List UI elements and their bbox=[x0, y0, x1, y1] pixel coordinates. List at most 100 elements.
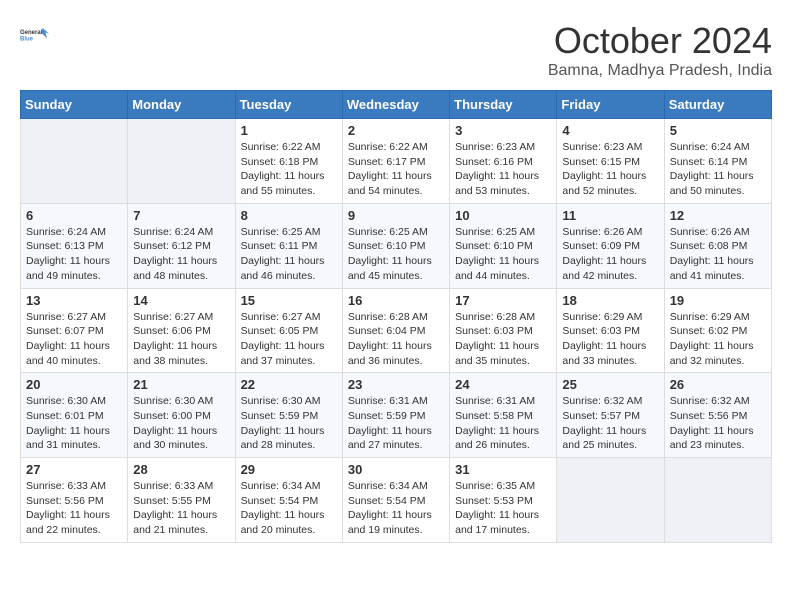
day-number: 10 bbox=[455, 208, 551, 223]
day-info: Sunrise: 6:32 AM Sunset: 5:56 PM Dayligh… bbox=[670, 394, 766, 453]
day-cell: 21Sunrise: 6:30 AM Sunset: 6:00 PM Dayli… bbox=[128, 373, 235, 458]
day-info: Sunrise: 6:26 AM Sunset: 6:09 PM Dayligh… bbox=[562, 225, 658, 284]
day-cell: 28 Sunrise: 6:33 AM Sunset: 5:55 PM Dayli… bbox=[128, 458, 235, 543]
day-cell: 22Sunrise: 6:30 AM Sunset: 5:59 PM Dayli… bbox=[235, 373, 342, 458]
week-row-1: 1 Sunrise: 6:22 AM Sunset: 6:18 PM Daylig… bbox=[21, 119, 772, 204]
day-number: 16 bbox=[348, 293, 444, 308]
day-number: 26 bbox=[670, 377, 766, 392]
week-row-4: 20 Sunrise: 6:30 AM Sunset: 6:01 PM Dayli… bbox=[21, 373, 772, 458]
day-info: Sunrise: 6:28 AM Sunset: 6:04 PM Dayligh… bbox=[348, 310, 444, 369]
day-number: 28 bbox=[133, 462, 229, 477]
day-number: 19 bbox=[670, 293, 766, 308]
day-cell: 1 Sunrise: 6:22 AM Sunset: 6:18 PM Daylig… bbox=[235, 119, 342, 204]
day-info: Sunrise: 6:27 AM Sunset: 6:06 PM Dayligh… bbox=[133, 310, 229, 369]
week-row-5: 27Sunrise: 6:33 AM Sunset: 5:56 PM Dayli… bbox=[21, 458, 772, 543]
day-number: 3 bbox=[455, 123, 551, 138]
day-info: Sunrise: 6:33 AM Sunset: 5:55 PM Dayligh… bbox=[133, 479, 229, 538]
day-number: 14 bbox=[133, 293, 229, 308]
day-number: 25 bbox=[562, 377, 658, 392]
calendar-table: SundayMondayTuesdayWednesdayThursdayFrid… bbox=[20, 90, 772, 543]
day-header-saturday: Saturday bbox=[664, 91, 771, 119]
day-info: Sunrise: 6:31 AM Sunset: 5:59 PM Dayligh… bbox=[348, 394, 444, 453]
day-number: 15 bbox=[241, 293, 337, 308]
day-cell: 23 Sunrise: 6:31 AM Sunset: 5:59 PM Dayli… bbox=[342, 373, 449, 458]
day-info: Sunrise: 6:32 AM Sunset: 5:57 PM Dayligh… bbox=[562, 394, 658, 453]
week-row-2: 6 Sunrise: 6:24 AM Sunset: 6:13 PM Daylig… bbox=[21, 203, 772, 288]
day-cell: 9 Sunrise: 6:25 AM Sunset: 6:10 PM Daylig… bbox=[342, 203, 449, 288]
day-cell: 17Sunrise: 6:28 AM Sunset: 6:03 PM Dayli… bbox=[450, 288, 557, 373]
day-number: 8 bbox=[241, 208, 337, 223]
day-cell: 26 Sunrise: 6:32 AM Sunset: 5:56 PM Dayli… bbox=[664, 373, 771, 458]
day-info: Sunrise: 6:26 AM Sunset: 6:08 PM Dayligh… bbox=[670, 225, 766, 284]
week-row-3: 13 Sunrise: 6:27 AM Sunset: 6:07 PM Dayli… bbox=[21, 288, 772, 373]
day-cell bbox=[664, 458, 771, 543]
day-info: Sunrise: 6:34 AM Sunset: 5:54 PM Dayligh… bbox=[241, 479, 337, 538]
day-number: 12 bbox=[670, 208, 766, 223]
day-number: 13 bbox=[26, 293, 122, 308]
day-info: Sunrise: 6:22 AM Sunset: 6:17 PM Dayligh… bbox=[348, 140, 444, 199]
day-number: 9 bbox=[348, 208, 444, 223]
day-cell bbox=[128, 119, 235, 204]
day-cell: 11 Sunrise: 6:26 AM Sunset: 6:09 PM Dayli… bbox=[557, 203, 664, 288]
day-cell bbox=[557, 458, 664, 543]
day-info: Sunrise: 6:28 AM Sunset: 6:03 PM Dayligh… bbox=[455, 310, 551, 369]
logo-icon: GeneralBlue bbox=[20, 20, 50, 50]
day-cell: 18Sunrise: 6:29 AM Sunset: 6:03 PM Dayli… bbox=[557, 288, 664, 373]
day-cell: 16 Sunrise: 6:28 AM Sunset: 6:04 PM Dayli… bbox=[342, 288, 449, 373]
day-number: 4 bbox=[562, 123, 658, 138]
day-header-wednesday: Wednesday bbox=[342, 91, 449, 119]
day-info: Sunrise: 6:24 AM Sunset: 6:13 PM Dayligh… bbox=[26, 225, 122, 284]
day-info: Sunrise: 6:31 AM Sunset: 5:58 PM Dayligh… bbox=[455, 394, 551, 453]
day-cell: 5Sunrise: 6:24 AM Sunset: 6:14 PM Daylig… bbox=[664, 119, 771, 204]
day-number: 23 bbox=[348, 377, 444, 392]
day-number: 11 bbox=[562, 208, 658, 223]
day-info: Sunrise: 6:30 AM Sunset: 5:59 PM Dayligh… bbox=[241, 394, 337, 453]
logo: GeneralBlue bbox=[20, 20, 50, 50]
day-number: 1 bbox=[241, 123, 337, 138]
day-info: Sunrise: 6:24 AM Sunset: 6:12 PM Dayligh… bbox=[133, 225, 229, 284]
day-info: Sunrise: 6:29 AM Sunset: 6:02 PM Dayligh… bbox=[670, 310, 766, 369]
day-cell: 31Sunrise: 6:35 AM Sunset: 5:53 PM Dayli… bbox=[450, 458, 557, 543]
day-number: 18 bbox=[562, 293, 658, 308]
day-cell: 3 Sunrise: 6:23 AM Sunset: 6:16 PM Daylig… bbox=[450, 119, 557, 204]
day-info: Sunrise: 6:24 AM Sunset: 6:14 PM Dayligh… bbox=[670, 140, 766, 199]
title-block: October 2024 Bamna, Madhya Pradesh, Indi… bbox=[548, 20, 772, 80]
day-cell: 6 Sunrise: 6:24 AM Sunset: 6:13 PM Daylig… bbox=[21, 203, 128, 288]
day-cell: 7 Sunrise: 6:24 AM Sunset: 6:12 PM Daylig… bbox=[128, 203, 235, 288]
day-cell: 19 Sunrise: 6:29 AM Sunset: 6:02 PM Dayli… bbox=[664, 288, 771, 373]
day-header-thursday: Thursday bbox=[450, 91, 557, 119]
day-info: Sunrise: 6:23 AM Sunset: 6:16 PM Dayligh… bbox=[455, 140, 551, 199]
day-info: Sunrise: 6:25 AM Sunset: 6:10 PM Dayligh… bbox=[348, 225, 444, 284]
day-cell: 20 Sunrise: 6:30 AM Sunset: 6:01 PM Dayli… bbox=[21, 373, 128, 458]
day-header-sunday: Sunday bbox=[21, 91, 128, 119]
day-cell: 4Sunrise: 6:23 AM Sunset: 6:15 PM Daylig… bbox=[557, 119, 664, 204]
day-number: 31 bbox=[455, 462, 551, 477]
day-cell: 24 Sunrise: 6:31 AM Sunset: 5:58 PM Dayli… bbox=[450, 373, 557, 458]
location: Bamna, Madhya Pradesh, India bbox=[548, 62, 772, 80]
day-cell bbox=[21, 119, 128, 204]
day-cell: 15Sunrise: 6:27 AM Sunset: 6:05 PM Dayli… bbox=[235, 288, 342, 373]
day-info: Sunrise: 6:22 AM Sunset: 6:18 PM Dayligh… bbox=[241, 140, 337, 199]
day-cell: 12 Sunrise: 6:26 AM Sunset: 6:08 PM Dayli… bbox=[664, 203, 771, 288]
day-cell: 25 Sunrise: 6:32 AM Sunset: 5:57 PM Dayli… bbox=[557, 373, 664, 458]
day-cell: 10 Sunrise: 6:25 AM Sunset: 6:10 PM Dayli… bbox=[450, 203, 557, 288]
header-row: SundayMondayTuesdayWednesdayThursdayFrid… bbox=[21, 91, 772, 119]
day-cell: 29 Sunrise: 6:34 AM Sunset: 5:54 PM Dayli… bbox=[235, 458, 342, 543]
day-cell: 14 Sunrise: 6:27 AM Sunset: 6:06 PM Dayli… bbox=[128, 288, 235, 373]
day-cell: 27Sunrise: 6:33 AM Sunset: 5:56 PM Dayli… bbox=[21, 458, 128, 543]
day-info: Sunrise: 6:27 AM Sunset: 6:07 PM Dayligh… bbox=[26, 310, 122, 369]
day-number: 7 bbox=[133, 208, 229, 223]
day-number: 20 bbox=[26, 377, 122, 392]
day-number: 6 bbox=[26, 208, 122, 223]
month-title: October 2024 bbox=[548, 20, 772, 62]
day-number: 2 bbox=[348, 123, 444, 138]
day-cell: 2 Sunrise: 6:22 AM Sunset: 6:17 PM Daylig… bbox=[342, 119, 449, 204]
day-header-friday: Friday bbox=[557, 91, 664, 119]
day-number: 29 bbox=[241, 462, 337, 477]
day-info: Sunrise: 6:30 AM Sunset: 6:01 PM Dayligh… bbox=[26, 394, 122, 453]
day-number: 24 bbox=[455, 377, 551, 392]
day-header-tuesday: Tuesday bbox=[235, 91, 342, 119]
day-cell: 8Sunrise: 6:25 AM Sunset: 6:11 PM Daylig… bbox=[235, 203, 342, 288]
day-info: Sunrise: 6:25 AM Sunset: 6:10 PM Dayligh… bbox=[455, 225, 551, 284]
page-header: GeneralBlue October 2024 Bamna, Madhya P… bbox=[20, 20, 772, 80]
